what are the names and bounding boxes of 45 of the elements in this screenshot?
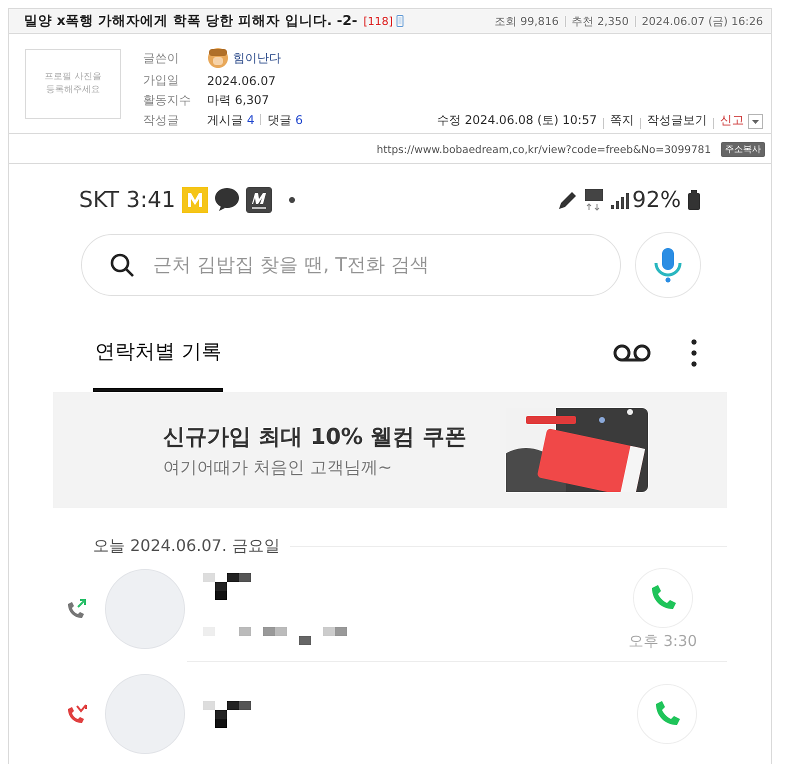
stock-app-icon: [246, 187, 272, 213]
post-date: 2024.06.07 (금) 16:26: [642, 14, 763, 28]
more-menu-icon[interactable]: [691, 339, 697, 367]
field-label: 활동지수: [143, 92, 192, 109]
caret-icon: [752, 120, 759, 124]
profile-placeholder-text: 프로필 사진을 등록해주세요: [44, 71, 102, 97]
network-5g-icon: [584, 188, 604, 212]
post-count-link[interactable]: 댓글 6: [267, 113, 303, 127]
pixelated-name-drawing: [203, 700, 251, 728]
banner-title: 신규가입 최대 10% 웰컴 쿠폰: [163, 424, 466, 452]
pen-icon: [556, 189, 578, 211]
stat-text: 조회 99,816: [494, 14, 559, 28]
field-label: 가입일: [143, 72, 180, 89]
date-header: 오늘 2024.06.07. 금요일: [93, 536, 280, 557]
field-value: 마력 6,307: [207, 93, 270, 107]
ad-banner[interactable]: 신규가입 최대 10% 웰컴 쿠폰 여기어때가 처음인 고객님께~: [53, 392, 727, 508]
avatar-icon: [207, 47, 229, 69]
post-title: 밀양 x폭행 가해자에게 학폭 당한 피해자 입니다. -2-: [24, 12, 358, 30]
action-link[interactable]: 쪽지: [610, 112, 634, 129]
field-label: 작성글: [143, 112, 180, 129]
dot-icon: [288, 196, 296, 204]
action-link[interactable]: 작성글보기: [647, 112, 707, 129]
call-time: 오후 3:30: [628, 632, 697, 650]
battery-percent: 92%: [632, 188, 681, 212]
status-carrier-time: SKT 3:41: [79, 188, 176, 212]
voicemail-icon[interactable]: [613, 344, 651, 362]
signal-icon: [610, 191, 630, 209]
banner-subtitle: 여기어때가 처음인 고객님께~: [163, 456, 394, 478]
mobile-icon: [396, 15, 404, 27]
stat-text: 추천 2,350: [572, 14, 629, 28]
edited-date: 수정 2024.06.08 (토) 10:57: [436, 112, 597, 129]
post-count-link[interactable]: 게시글 4: [207, 113, 254, 127]
action-link[interactable]: 신고: [720, 112, 744, 129]
post-url: https://www.bobaedream,co,kr/view?code=freeb&No=3099781: [376, 144, 711, 156]
field-value: 2024.06.07: [207, 74, 276, 88]
field-label: 글쓴이: [143, 50, 180, 66]
app-notification-icon: [182, 187, 208, 213]
comment-count[interactable]: [118]: [363, 14, 393, 28]
author-name[interactable]: 힘이난다: [233, 50, 281, 66]
battery-icon: [687, 190, 701, 210]
search-icon: [110, 252, 135, 278]
phone-icon: [653, 700, 681, 728]
copy-url-button[interactable]: 주소복사: [721, 142, 765, 157]
chat-bubble-icon: [214, 187, 240, 213]
dropdown-button[interactable]: [748, 114, 763, 129]
